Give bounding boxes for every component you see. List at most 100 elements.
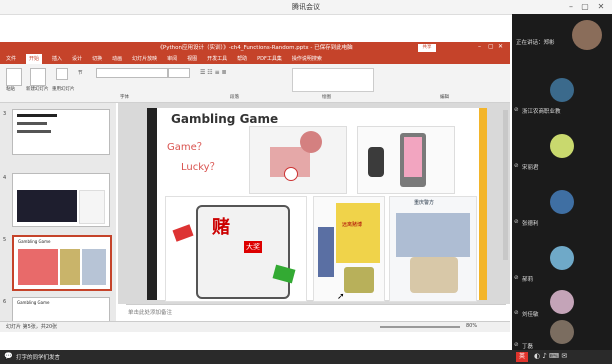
maximize-icon[interactable]: ▢ xyxy=(580,2,590,12)
slide-question-lucky: Lucky？ xyxy=(181,162,220,173)
mic-off-icon: ⊘ xyxy=(514,219,519,225)
participant-name: 宋丽君 xyxy=(522,165,539,171)
participant-tile[interactable]: ⊘ 郝莉 xyxy=(512,232,612,288)
status-slide-count: 幻灯片 第5张，共20张 xyxy=(6,324,58,330)
menu-file[interactable]: 文件 xyxy=(6,54,16,64)
mic-off-icon: ⊘ xyxy=(514,310,519,316)
slide-question-game: Game？ xyxy=(167,142,207,153)
cartoon-phone-lure xyxy=(357,126,455,194)
menu-home[interactable]: 开始 xyxy=(26,54,43,64)
participant-active-speaker[interactable]: 正在讲话：郑彬 xyxy=(512,14,612,64)
slide-title: Gambling Game xyxy=(171,112,279,126)
ppt-minimize-icon[interactable]: – xyxy=(478,43,481,50)
zoom-level[interactable]: 80% xyxy=(466,323,477,329)
share-top-gap xyxy=(0,15,510,42)
participant-name: 张德利 xyxy=(522,221,539,227)
font-group-label: 字体 xyxy=(120,95,129,100)
mouse-cursor-icon: ➚ xyxy=(337,292,345,302)
thumb5-title: Gambling Game xyxy=(18,239,51,244)
drawing-group-label: 绘图 xyxy=(322,95,331,100)
participant-name: 正在讲话：郑彬 xyxy=(516,40,555,46)
avatar xyxy=(550,320,574,344)
font-size-dropdown[interactable] xyxy=(168,68,190,78)
paste-label: 粘贴 xyxy=(6,87,15,92)
reuse-slides-button[interactable] xyxy=(56,68,68,80)
participant-tile[interactable]: ⊘ 张德利 xyxy=(512,176,612,232)
slide-right-bar xyxy=(479,108,487,300)
menu-developer[interactable]: 开发工具 xyxy=(207,54,227,64)
slide-thumbnail-6[interactable]: Gambling Game xyxy=(12,297,110,323)
shapes-gallery[interactable] xyxy=(292,68,374,92)
participant-name: 浙江农商职业教 xyxy=(522,109,561,115)
menu-design[interactable]: 设计 xyxy=(72,54,82,64)
cartoon-text-prize: 大奖 xyxy=(244,241,262,253)
section-label[interactable]: 节 xyxy=(78,70,83,76)
mic-off-icon: ⊘ xyxy=(514,163,519,169)
font-name-dropdown[interactable] xyxy=(96,68,168,78)
avatar xyxy=(550,246,574,270)
ppt-menu-bar: 文件 开始 插入 设计 切换 动画 幻灯片放映 审阅 视图 开发工具 帮助 PD… xyxy=(0,54,510,64)
new-slide-button[interactable] xyxy=(30,68,46,86)
thumb-number-6: 6 xyxy=(3,299,7,305)
menu-review[interactable]: 审阅 xyxy=(167,54,177,64)
minimize-icon[interactable]: – xyxy=(566,2,576,12)
notes-pane[interactable]: 单击此处添加备注 xyxy=(126,304,506,320)
participant-name: 丁磊 xyxy=(522,344,534,350)
ppt-close-icon[interactable]: ✕ xyxy=(498,43,503,50)
menu-transitions[interactable]: 切换 xyxy=(92,54,102,64)
participant-tile[interactable]: ⊘ 宋丽君 xyxy=(512,120,612,176)
zoom-slider[interactable] xyxy=(380,326,460,328)
menu-insert[interactable]: 插入 xyxy=(52,54,62,64)
share-button[interactable]: 共享 xyxy=(418,44,436,52)
participant-tile[interactable]: ⊘ 丁磊 xyxy=(512,318,612,350)
avatar xyxy=(550,190,574,214)
taskbar: 💬 打字的同学们发言 英 ◐ ♪ ⌨ ✉ xyxy=(0,350,612,364)
cartoon-text-police: 重庆警方 xyxy=(414,200,435,206)
ppt-maximize-icon[interactable]: ▢ xyxy=(488,43,494,50)
menu-pdf-tools[interactable]: PDF工具集 xyxy=(257,54,282,64)
thumb-number-3: 3 xyxy=(3,111,7,117)
current-slide[interactable]: Gambling Game Game？ Lucky？ 赌 大奖 远离赌博 重庆警… xyxy=(147,108,487,302)
paste-button[interactable] xyxy=(6,68,22,86)
slide-left-bar xyxy=(147,108,157,300)
participant-name: 刘佳敏 xyxy=(522,312,539,318)
thumb-number-5: 5 xyxy=(3,237,7,243)
participant-tile[interactable]: ⊘ 刘佳敏 xyxy=(512,288,612,318)
avatar xyxy=(550,290,574,314)
meeting-title: 腾讯会议 xyxy=(292,3,320,11)
tray-icons[interactable]: ◐ ♪ ⌨ ✉ xyxy=(534,352,567,360)
notes-placeholder: 单击此处添加备注 xyxy=(128,310,173,316)
participant-name: 郝莉 xyxy=(522,277,534,283)
menu-tell-me[interactable]: 操作说明搜索 xyxy=(292,54,322,64)
menu-animations[interactable]: 动画 xyxy=(112,54,122,64)
paragraph-group-label: 段落 xyxy=(230,95,239,100)
slide-scrollbar[interactable] xyxy=(503,110,508,260)
ppt-status-bar: 幻灯片 第5张，共20张 80% xyxy=(0,321,510,332)
participant-tile[interactable]: ⊘ 浙江农商职业教 xyxy=(512,64,612,120)
mic-off-icon: ⊘ xyxy=(514,342,519,348)
slide-thumbnail-3[interactable] xyxy=(12,109,110,155)
ribbon: 粘贴 新建幻灯片 重用幻灯片 节 字体 ☰ ☷ ≡ ≣ 段落 绘图 编辑 xyxy=(0,64,510,103)
close-icon[interactable]: ✕ xyxy=(596,2,606,12)
cartoon-yen-dice: 远离赌博 xyxy=(313,196,385,302)
input-method-icon[interactable]: 英 xyxy=(516,352,528,362)
slide-thumbnail-5[interactable]: Gambling Game xyxy=(12,235,112,291)
cartoon-phone-hands: 赌 大奖 xyxy=(165,196,307,302)
cartoon-text-bet: 赌 xyxy=(212,217,230,238)
slide-thumbnail-4[interactable] xyxy=(12,173,110,227)
editing-group-label: 编辑 xyxy=(440,95,449,100)
avatar xyxy=(572,20,602,50)
mic-off-icon: ⊘ xyxy=(514,107,519,113)
meeting-title-bar: 腾讯会议 – ▢ ✕ xyxy=(0,0,612,15)
participant-sidebar: 正在讲话：郑彬 ⊘ 浙江农商职业教 ⊘ 宋丽君 ⊘ 张德利 ⊘ 郝莉 ⊘ 刘佳敏… xyxy=(512,14,612,350)
cartoon-computer-gambling xyxy=(249,126,347,194)
chat-icon[interactable]: 💬 xyxy=(4,352,13,360)
cartoon-text-keep-away: 远离赌博 xyxy=(342,222,363,228)
new-slide-label: 新建幻灯片 xyxy=(26,87,49,92)
thumb-number-4: 4 xyxy=(3,175,7,181)
menu-help[interactable]: 帮助 xyxy=(237,54,247,64)
paragraph-tools[interactable]: ☰ ☷ ≡ ≣ xyxy=(200,68,280,90)
menu-view[interactable]: 视图 xyxy=(187,54,197,64)
menu-slideshow[interactable]: 幻灯片放映 xyxy=(132,54,157,64)
chat-label[interactable]: 打字的同学们发言 xyxy=(16,353,60,361)
